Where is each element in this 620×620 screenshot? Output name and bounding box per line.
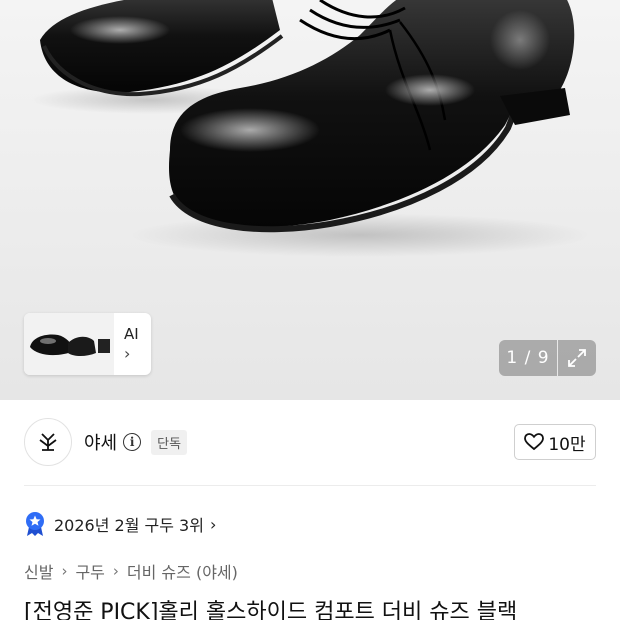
chevron-right-icon: › (209, 514, 217, 534)
divider (24, 485, 596, 486)
rank-medal-icon (26, 512, 44, 536)
seller-name[interactable]: 야세 (84, 429, 117, 455)
ranking-text: 2026년 2월 구두 3위 (54, 516, 204, 535)
ranking-link[interactable]: 2026년 2월 구두 3위 › (24, 510, 216, 538)
exclusive-badge: 단독 (151, 429, 188, 455)
expand-icon (568, 349, 586, 367)
thumbnail-image (24, 313, 114, 375)
ai-label: AI (124, 325, 139, 343)
chevron-right-icon: › (61, 562, 68, 580)
chevron-right-icon: › (124, 344, 131, 363)
heart-icon (524, 433, 545, 451)
breadcrumb-item-shoes[interactable]: 신발 (24, 559, 53, 583)
ai-thumbnail-strip[interactable]: AI › (24, 313, 151, 375)
seller-logo[interactable] (24, 418, 72, 466)
seller-row: 야세 i 단독 10만 (24, 418, 596, 466)
seller-logo-icon (39, 433, 57, 451)
product-image-gallery[interactable]: AI › 1 / 9 (0, 0, 620, 400)
like-button[interactable]: 10만 (514, 424, 596, 460)
chevron-right-icon: › (112, 562, 119, 580)
breadcrumb-item-dress-shoes[interactable]: 구두 (75, 559, 104, 583)
like-count: 10만 (548, 434, 586, 455)
info-icon[interactable]: i (123, 433, 142, 451)
breadcrumb-item-derby-shoes[interactable]: 더비 슈즈 (야세) (127, 559, 238, 583)
thumbnail-shoe-icon (24, 313, 114, 375)
product-title: [전영준 PICK]홀리 홀스하이드 컴포트 더비 슈즈 블랙 (24, 600, 518, 620)
breadcrumb: 신발 › 구두 › 더비 슈즈 (야세) (24, 558, 238, 584)
expand-button[interactable] (558, 340, 596, 376)
image-page-indicator: 1 / 9 (499, 340, 557, 376)
